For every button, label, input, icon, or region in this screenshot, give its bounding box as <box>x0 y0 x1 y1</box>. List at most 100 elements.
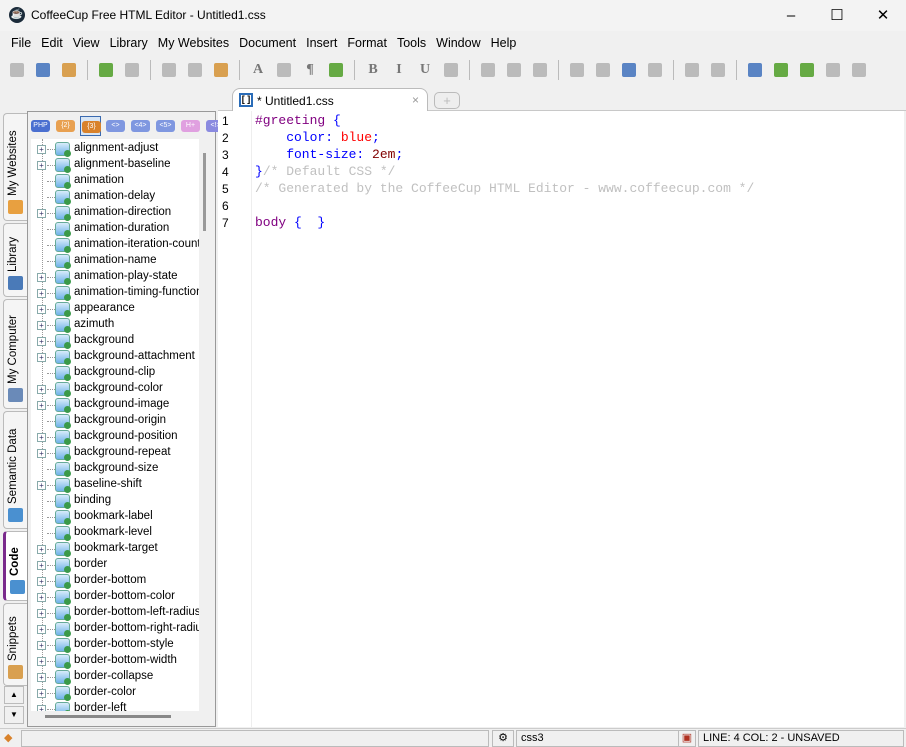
redo-button[interactable] <box>121 60 143 80</box>
side-tab-my-computer[interactable]: My Computer <box>3 299 28 409</box>
close-button[interactable]: ✕ <box>860 0 906 31</box>
expand-icon[interactable]: + <box>37 673 46 682</box>
expand-icon[interactable]: + <box>37 209 46 218</box>
menu-file[interactable]: File <box>6 33 36 55</box>
tree-item[interactable]: + background <box>31 333 199 349</box>
side-tab-code[interactable]: Code <box>3 531 28 601</box>
expand-icon[interactable]: + <box>37 321 46 330</box>
image-insert-button[interactable] <box>503 60 525 80</box>
minimize-button[interactable]: – <box>768 0 814 31</box>
tree-item[interactable]: + border-bottom <box>31 573 199 589</box>
layout-button[interactable] <box>744 60 766 80</box>
new-tab-button[interactable]: + <box>434 92 460 109</box>
tree-item[interactable]: + border-color <box>31 685 199 701</box>
expand-icon[interactable]: + <box>37 401 46 410</box>
paragraph-button[interactable]: ¶ <box>299 60 321 80</box>
globe-button[interactable] <box>529 60 551 80</box>
menu-view[interactable]: View <box>68 33 105 55</box>
tree-item[interactable]: + border-left <box>31 701 199 711</box>
tree-item[interactable]: bookmark-label <box>31 509 199 525</box>
tree-item[interactable]: + border-bottom-color <box>31 589 199 605</box>
expand-icon[interactable]: + <box>37 161 46 170</box>
tree-item[interactable]: + border-bottom-right-radius <box>31 621 199 637</box>
expand-icon[interactable]: + <box>37 289 46 298</box>
expand-icon[interactable]: + <box>37 641 46 650</box>
panel-tool-button[interactable]: H+ <box>180 116 201 136</box>
new-button[interactable] <box>6 60 28 80</box>
menu-tools[interactable]: Tools <box>392 33 431 55</box>
scroll-tabs-down-button[interactable]: ▼ <box>4 706 24 724</box>
font-button[interactable]: A <box>247 60 269 80</box>
tree-item[interactable]: + border-collapse <box>31 669 199 685</box>
side-tab-semantic-data[interactable]: Semantic Data <box>3 411 28 529</box>
spellcheck-button[interactable] <box>848 60 870 80</box>
save-button[interactable] <box>32 60 54 80</box>
tree-item[interactable]: background-origin <box>31 413 199 429</box>
expand-icon[interactable]: + <box>37 305 46 314</box>
side-tab-library[interactable]: Library <box>3 223 28 297</box>
side-tab-my-websites[interactable]: My Websites <box>3 113 28 221</box>
table-button[interactable] <box>618 60 640 80</box>
scroll-tabs-up-button[interactable]: ▲ <box>4 686 24 704</box>
export-button[interactable] <box>796 60 818 80</box>
tree-item[interactable]: + animation-timing-function <box>31 285 199 301</box>
tree-item[interactable]: background-clip <box>31 365 199 381</box>
bold-button[interactable]: B <box>362 60 384 80</box>
menu-document[interactable]: Document <box>234 33 301 55</box>
close-tab-icon[interactable]: × <box>412 93 419 107</box>
tree-item[interactable]: + background-position <box>31 429 199 445</box>
expand-icon[interactable]: + <box>37 577 46 586</box>
tree-item[interactable]: animation-iteration-count <box>31 237 199 253</box>
side-tab-snippets[interactable]: Snippets <box>3 603 28 686</box>
tree-item[interactable]: + background-attachment <box>31 349 199 365</box>
tree-item[interactable]: + animation-play-state <box>31 269 199 285</box>
expand-icon[interactable]: + <box>37 689 46 698</box>
tree-item[interactable]: + background-image <box>31 397 199 413</box>
tree-item[interactable]: animation <box>31 173 199 189</box>
settings-button[interactable] <box>707 60 729 80</box>
tree-item[interactable]: + animation-direction <box>31 205 199 221</box>
panel-tool-button[interactable]: <5> <box>155 116 176 136</box>
code-editor[interactable]: 1 2 3 4 5 6 7 #greeting { color: blue; font-si… <box>218 111 904 727</box>
cut-button[interactable] <box>158 60 180 80</box>
expand-icon[interactable]: + <box>37 449 46 458</box>
tree-item[interactable]: binding <box>31 493 199 509</box>
panel-tool-button[interactable]: {3} <box>80 116 101 136</box>
tree-item[interactable]: + border-bottom-width <box>31 653 199 669</box>
expand-icon[interactable]: + <box>37 337 46 346</box>
expand-icon[interactable]: + <box>37 657 46 666</box>
undo-button[interactable] <box>95 60 117 80</box>
copy-button[interactable] <box>184 60 206 80</box>
expand-icon[interactable]: + <box>37 481 46 490</box>
tree-item[interactable]: + bookmark-target <box>31 541 199 557</box>
paste-button[interactable] <box>210 60 232 80</box>
expand-icon[interactable]: + <box>37 385 46 394</box>
tree-item[interactable]: + appearance <box>31 301 199 317</box>
download-button[interactable] <box>325 60 347 80</box>
panel-tool-button[interactable]: PHP <box>30 116 51 136</box>
menu-format[interactable]: Format <box>342 33 392 55</box>
expand-icon[interactable]: + <box>37 353 46 362</box>
expand-icon[interactable]: + <box>37 705 46 711</box>
color-wheel-button[interactable] <box>592 60 614 80</box>
tree-item[interactable]: animation-name <box>31 253 199 269</box>
tree-item[interactable]: + background-color <box>31 381 199 397</box>
form-button[interactable] <box>644 60 666 80</box>
underline-button[interactable]: U <box>414 60 436 80</box>
tree-item[interactable]: + baseline-shift <box>31 477 199 493</box>
menu-help[interactable]: Help <box>486 33 522 55</box>
tab-untitled1-css[interactable]: [ ] * Untitled1.css × <box>232 88 428 112</box>
tree-item[interactable]: background-size <box>31 461 199 477</box>
menu-edit[interactable]: Edit <box>36 33 68 55</box>
tree-item[interactable]: + background-repeat <box>31 445 199 461</box>
tree-item[interactable]: + alignment-adjust <box>31 141 199 157</box>
tree-item[interactable]: + border-bottom-style <box>31 637 199 653</box>
expand-icon[interactable]: + <box>37 561 46 570</box>
menu-my-websites[interactable]: My Websites <box>153 33 234 55</box>
panel-tool-button[interactable]: {2} <box>55 116 76 136</box>
expand-icon[interactable]: + <box>37 625 46 634</box>
open-button[interactable] <box>58 60 80 80</box>
expand-icon[interactable]: + <box>37 609 46 618</box>
tree-horizontal-scrollbar[interactable] <box>45 715 171 718</box>
edit-button[interactable] <box>681 60 703 80</box>
